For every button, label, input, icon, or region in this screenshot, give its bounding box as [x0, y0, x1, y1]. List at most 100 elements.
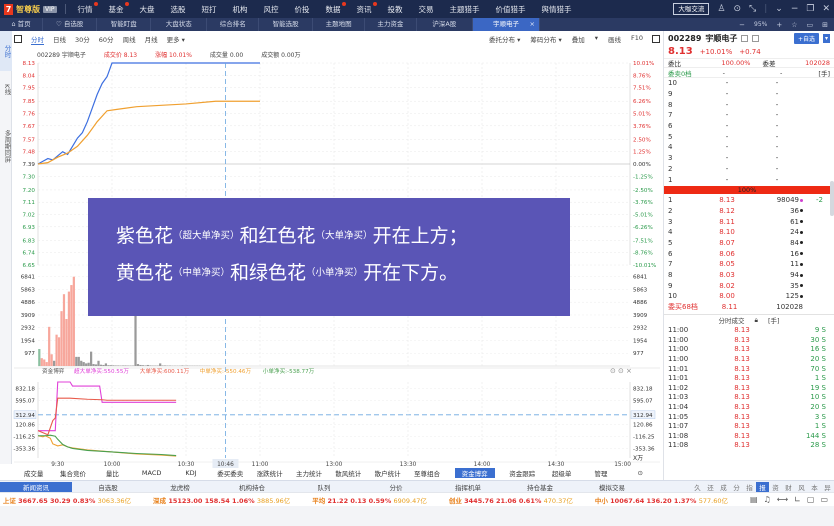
bid-row[interactable]: 7 8.05 11 — [664, 259, 834, 270]
bid-row[interactable]: 3 8.11 61 — [664, 216, 834, 227]
indicator-tab[interactable]: 涨跌统计 — [250, 468, 289, 478]
volume-bar — [149, 365, 152, 366]
alert-icon[interactable] — [752, 34, 760, 42]
index-value: 3445.76 21.06 0.61% — [464, 496, 544, 505]
indicator-tab[interactable]: 委买委卖 — [211, 468, 250, 478]
indicator-tab[interactable]: 散户统计 — [368, 468, 407, 478]
tick-price: 8.13 — [734, 383, 750, 392]
index-value: 3667.65 30.29 0.83% — [18, 496, 98, 505]
news-tab[interactable]: 持仓基金 — [504, 482, 576, 492]
sell-header: 委卖0档 - - [手] — [664, 68, 834, 78]
indicator-tab[interactable]: 主力统计 — [289, 468, 328, 478]
indicator-tab[interactable]: MACD — [132, 469, 171, 477]
caption-text: 和绿色花 — [230, 261, 307, 284]
order-dot-icon — [800, 252, 803, 256]
indicator-tab[interactable]: 量比 — [93, 468, 132, 478]
chart-icon[interactable]: ∟ — [794, 495, 801, 504]
order-dot-icon — [800, 294, 803, 298]
lock-icon[interactable]: 🔒︎ — [754, 316, 757, 325]
bid-row[interactable]: 1 8.13 98049 -2 — [664, 195, 834, 206]
ask-row: 9 - - — [664, 89, 834, 100]
index-name: 中小 — [594, 496, 611, 505]
level: 1 — [668, 175, 673, 184]
volume-bar — [139, 364, 142, 366]
indicator-tab[interactable]: 管理 — [581, 468, 620, 478]
side-tab-icon[interactable]: 财 — [782, 482, 795, 492]
scrollbar[interactable] — [830, 181, 834, 216]
volume-tick-right-label: 6841 — [633, 275, 648, 281]
y-tick-right-label: -7.51% — [633, 238, 653, 244]
volume-bar — [82, 362, 85, 366]
volume-bar — [55, 334, 58, 366]
side-tab-icon[interactable]: 本 — [808, 482, 821, 492]
panel-close-icon[interactable]: × — [626, 367, 632, 375]
side-tab-icon[interactable]: 还 — [704, 482, 717, 492]
indicator-tab[interactable]: 资金跟踪 — [503, 468, 542, 478]
indicator-tab[interactable]: 资金博弈 — [454, 467, 495, 478]
news-tab[interactable]: 指挥机单 — [432, 482, 504, 492]
bell-icon[interactable]: ♫ — [764, 495, 771, 504]
news-tab[interactable]: 模拟交易 — [576, 482, 648, 492]
tick-volume: 20 S — [810, 402, 826, 411]
index-quote[interactable]: 平均 21.22 0.13 0.59% 6909.47亿 — [312, 495, 427, 505]
indicator-tab[interactable]: 超级单 — [542, 468, 581, 478]
price: 8.13 — [719, 196, 735, 205]
news-tab[interactable]: 分价 — [360, 482, 432, 492]
side-tab-icon[interactable]: 报 — [756, 481, 769, 492]
window-icon[interactable]: ▢ — [807, 495, 815, 504]
indicator-tab[interactable]: 至尊组合 — [407, 468, 446, 478]
caption-text: 紫色花 — [116, 225, 174, 247]
level: 4 — [668, 143, 673, 152]
fundflow-tick-right-label: 120.86 — [633, 423, 653, 429]
indicator-tab[interactable]: 集合竞价 — [53, 468, 92, 478]
y-tick-label: 8.04 — [23, 73, 36, 79]
indicator-tab[interactable]: 散风统计 — [329, 468, 368, 478]
news-tab[interactable]: 机构持仓 — [216, 482, 288, 492]
side-tab-icon[interactable]: 分 — [730, 482, 743, 492]
news-tab[interactable]: 龙虎榜 — [144, 482, 216, 492]
add-watchlist-button[interactable]: +自选 — [793, 32, 819, 44]
side-tab-icon[interactable]: 久 — [691, 482, 704, 492]
side-tab-icon[interactable]: 异 — [821, 482, 834, 492]
indicator-tab[interactable]: 成交量 — [14, 468, 53, 478]
bid-row[interactable]: 10 8.00 125 — [664, 291, 834, 302]
side-tab-icon[interactable]: 风 — [795, 482, 808, 492]
bid-row[interactable]: 8 8.03 94 — [664, 270, 834, 281]
news-tab[interactable]: 自选股 — [72, 482, 144, 492]
price: 8.02 — [719, 281, 735, 290]
news-tab[interactable]: 队列 — [288, 482, 360, 492]
width-icon[interactable]: ⟷ — [777, 495, 788, 504]
indicator-tab[interactable]: KDJ — [171, 469, 210, 477]
side-tab-icon[interactable]: 资 — [769, 482, 782, 492]
index-quote[interactable]: 深成 15123.00 158.54 1.06% 3885.96亿 — [153, 495, 290, 505]
index-quote[interactable]: 上证 3667.65 30.29 0.83% 3063.36亿 — [3, 495, 131, 505]
news-tab[interactable]: 新闻资讯 — [0, 481, 72, 492]
index-quote[interactable]: 中小 10067.64 136.20 1.37% 577.60亿 — [595, 495, 728, 505]
bid-row[interactable]: 5 8.07 84 — [664, 238, 834, 249]
chat-icon[interactable]: ▭ — [820, 495, 828, 504]
tick-volume: 19 S — [810, 383, 826, 392]
side-tab-icon[interactable]: 指 — [743, 482, 756, 492]
bid-row[interactable]: 9 8.02 35 — [664, 280, 834, 291]
legend-entry: 小单净买:-538.77万 — [263, 367, 315, 375]
bid-row[interactable]: 6 8.06 16 — [664, 248, 834, 259]
calendar-icon[interactable]: ▤ — [750, 495, 758, 504]
news-bar: 新闻资讯 自选股 龙虎榜 机构持仓 队列 分价 指挥机单 持仓基金 模拟交易 久还成分指报资财风… — [0, 480, 834, 492]
panel-settings-icon[interactable]: ⊙ — [610, 367, 616, 375]
volume-tick-label: 977 — [24, 351, 35, 357]
y-tick-label: 7.67 — [23, 124, 36, 130]
bid-row[interactable]: 4 8.10 24 — [664, 227, 834, 238]
tick-time: 11:05 — [668, 412, 689, 421]
side-tab-icon[interactable]: 成 — [717, 482, 730, 492]
bid-row[interactable]: 2 8.12 36 — [664, 206, 834, 217]
tick-row: 11:01 8.13 70 S — [664, 364, 834, 374]
tick-list[interactable]: 11:00 8.13 9 S 11:00 8.13 30 S 11:00 8.13 16 S 11… — [664, 325, 834, 450]
tick-row: 11:07 8.13 1 S — [664, 421, 834, 431]
diff-label: 委差 — [762, 60, 776, 68]
ratio-label: 委比 — [668, 60, 681, 68]
panel-info-icon[interactable]: ⊙ — [618, 367, 624, 375]
indicator-tab[interactable]: ⊙ — [621, 469, 660, 477]
chevron-down-icon[interactable]: ▾ — [822, 33, 830, 43]
info-icon[interactable] — [741, 34, 749, 42]
index-quote[interactable]: 创业 3445.76 21.06 0.61% 470.37亿 — [449, 495, 573, 505]
